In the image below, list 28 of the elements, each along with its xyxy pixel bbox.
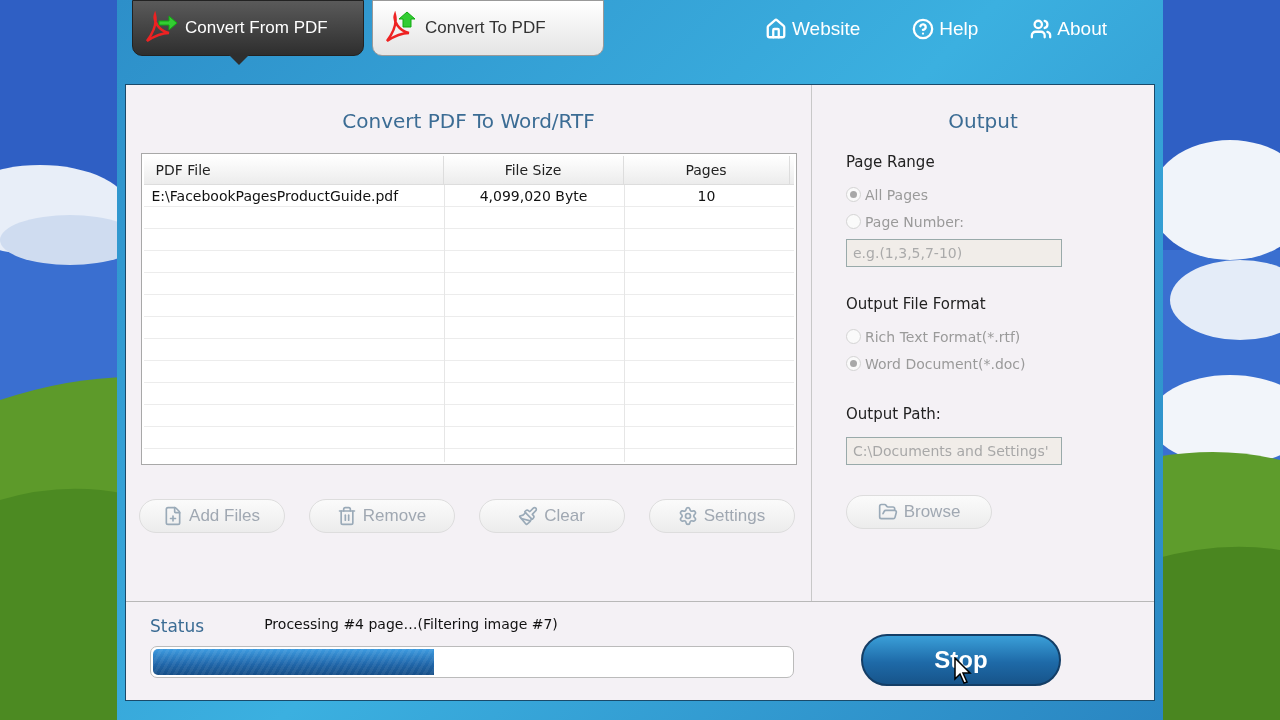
table-cell-text: 10	[696, 187, 717, 206]
table-cell-text: E:\FacebookPagesProductGuide.pdf	[150, 187, 400, 206]
column-header: File Size	[443, 156, 624, 184]
tab[interactable]: Convert To PDF	[372, 0, 604, 56]
trash-icon	[336, 506, 357, 526]
column-header: PDF File	[143, 156, 444, 184]
stop-button[interactable]: Stop	[861, 634, 1061, 686]
users-icon	[1030, 18, 1053, 40]
nav-link[interactable]: Help	[912, 18, 979, 40]
pdf-arrow-icon	[143, 11, 179, 45]
section-label: Output Path:	[846, 405, 942, 423]
table-cell-text: 4,099,020 Byte	[478, 187, 589, 206]
home-icon	[764, 18, 787, 40]
status-label: Status	[150, 615, 205, 636]
panel-title: Convert PDF To Word/RTF	[342, 108, 595, 135]
nav-link[interactable]: About	[1030, 18, 1107, 40]
section-label: Page Range	[846, 153, 936, 171]
folder-icon	[877, 502, 898, 522]
nav-link[interactable]: Website	[764, 18, 861, 40]
help-icon	[912, 18, 935, 40]
status-message: Processing #4 page…(Filtering image #7)	[264, 616, 558, 632]
settings-icon	[677, 506, 698, 526]
column-header: Pages	[623, 156, 790, 184]
tab-pointer	[229, 55, 249, 65]
panel-title: Output	[947, 108, 1019, 135]
file-add-icon	[163, 506, 184, 526]
section-label: Output File Format	[846, 295, 987, 313]
brush-icon	[518, 506, 539, 526]
